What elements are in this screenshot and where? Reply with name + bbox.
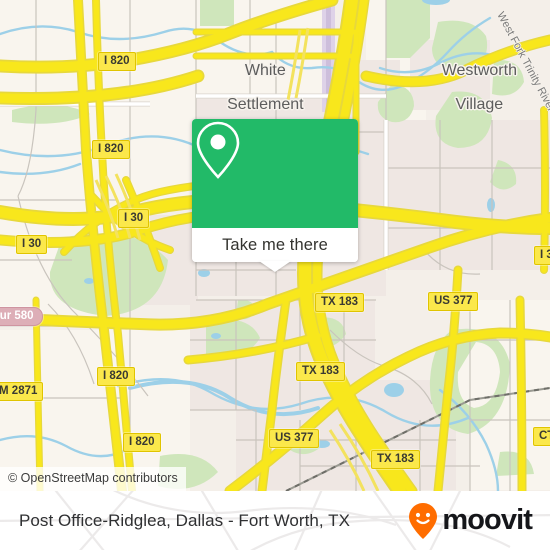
highway-shield-i30-1: I 30 xyxy=(118,209,150,228)
highway-shield-spur580: Spur 580 xyxy=(0,307,43,326)
highway-shield-fm2871: FM 2871 xyxy=(0,382,44,401)
highway-shield-ct: CT xyxy=(533,427,550,446)
moovit-brand[interactable]: moovit xyxy=(407,491,533,550)
highway-shield-i820-2: I 820 xyxy=(92,140,130,159)
location-callout[interactable]: Take me there xyxy=(192,119,358,272)
map-screenshot: White Settlement Westworth Village West … xyxy=(0,0,550,550)
moovit-pin-smiley-icon xyxy=(409,502,438,539)
highway-shield-i820-1: I 820 xyxy=(98,52,136,71)
highway-shield-tx183-3: TX 183 xyxy=(371,450,421,469)
highway-shield-i30-3: I 30 xyxy=(534,246,550,265)
highway-shield-tx183-2: TX 183 xyxy=(296,362,346,381)
highway-shield-us377-2: US 377 xyxy=(269,429,320,448)
highway-shield-i820-4: I 820 xyxy=(123,433,161,452)
moovit-wordmark: moovit xyxy=(442,504,533,536)
page-title: Post Office-Ridglea, Dallas - Fort Worth… xyxy=(19,510,350,530)
osm-attribution[interactable]: © OpenStreetMap contributors xyxy=(0,467,186,491)
callout-card[interactable]: Take me there xyxy=(192,119,358,262)
map-pin-icon xyxy=(196,121,240,179)
take-me-there-button[interactable]: Take me there xyxy=(192,228,358,262)
map-canvas[interactable]: White Settlement Westworth Village West … xyxy=(0,0,550,491)
highway-shield-us377-1: US 377 xyxy=(428,292,479,311)
callout-image-area xyxy=(192,119,358,228)
highway-shield-i30-2: I 30 xyxy=(16,235,48,254)
highway-shield-tx183-1: TX 183 xyxy=(315,293,365,312)
footer-bar: Post Office-Ridglea, Dallas - Fort Worth… xyxy=(0,491,550,550)
callout-pointer xyxy=(259,261,291,272)
highway-shield-i820-3: I 820 xyxy=(97,367,135,386)
